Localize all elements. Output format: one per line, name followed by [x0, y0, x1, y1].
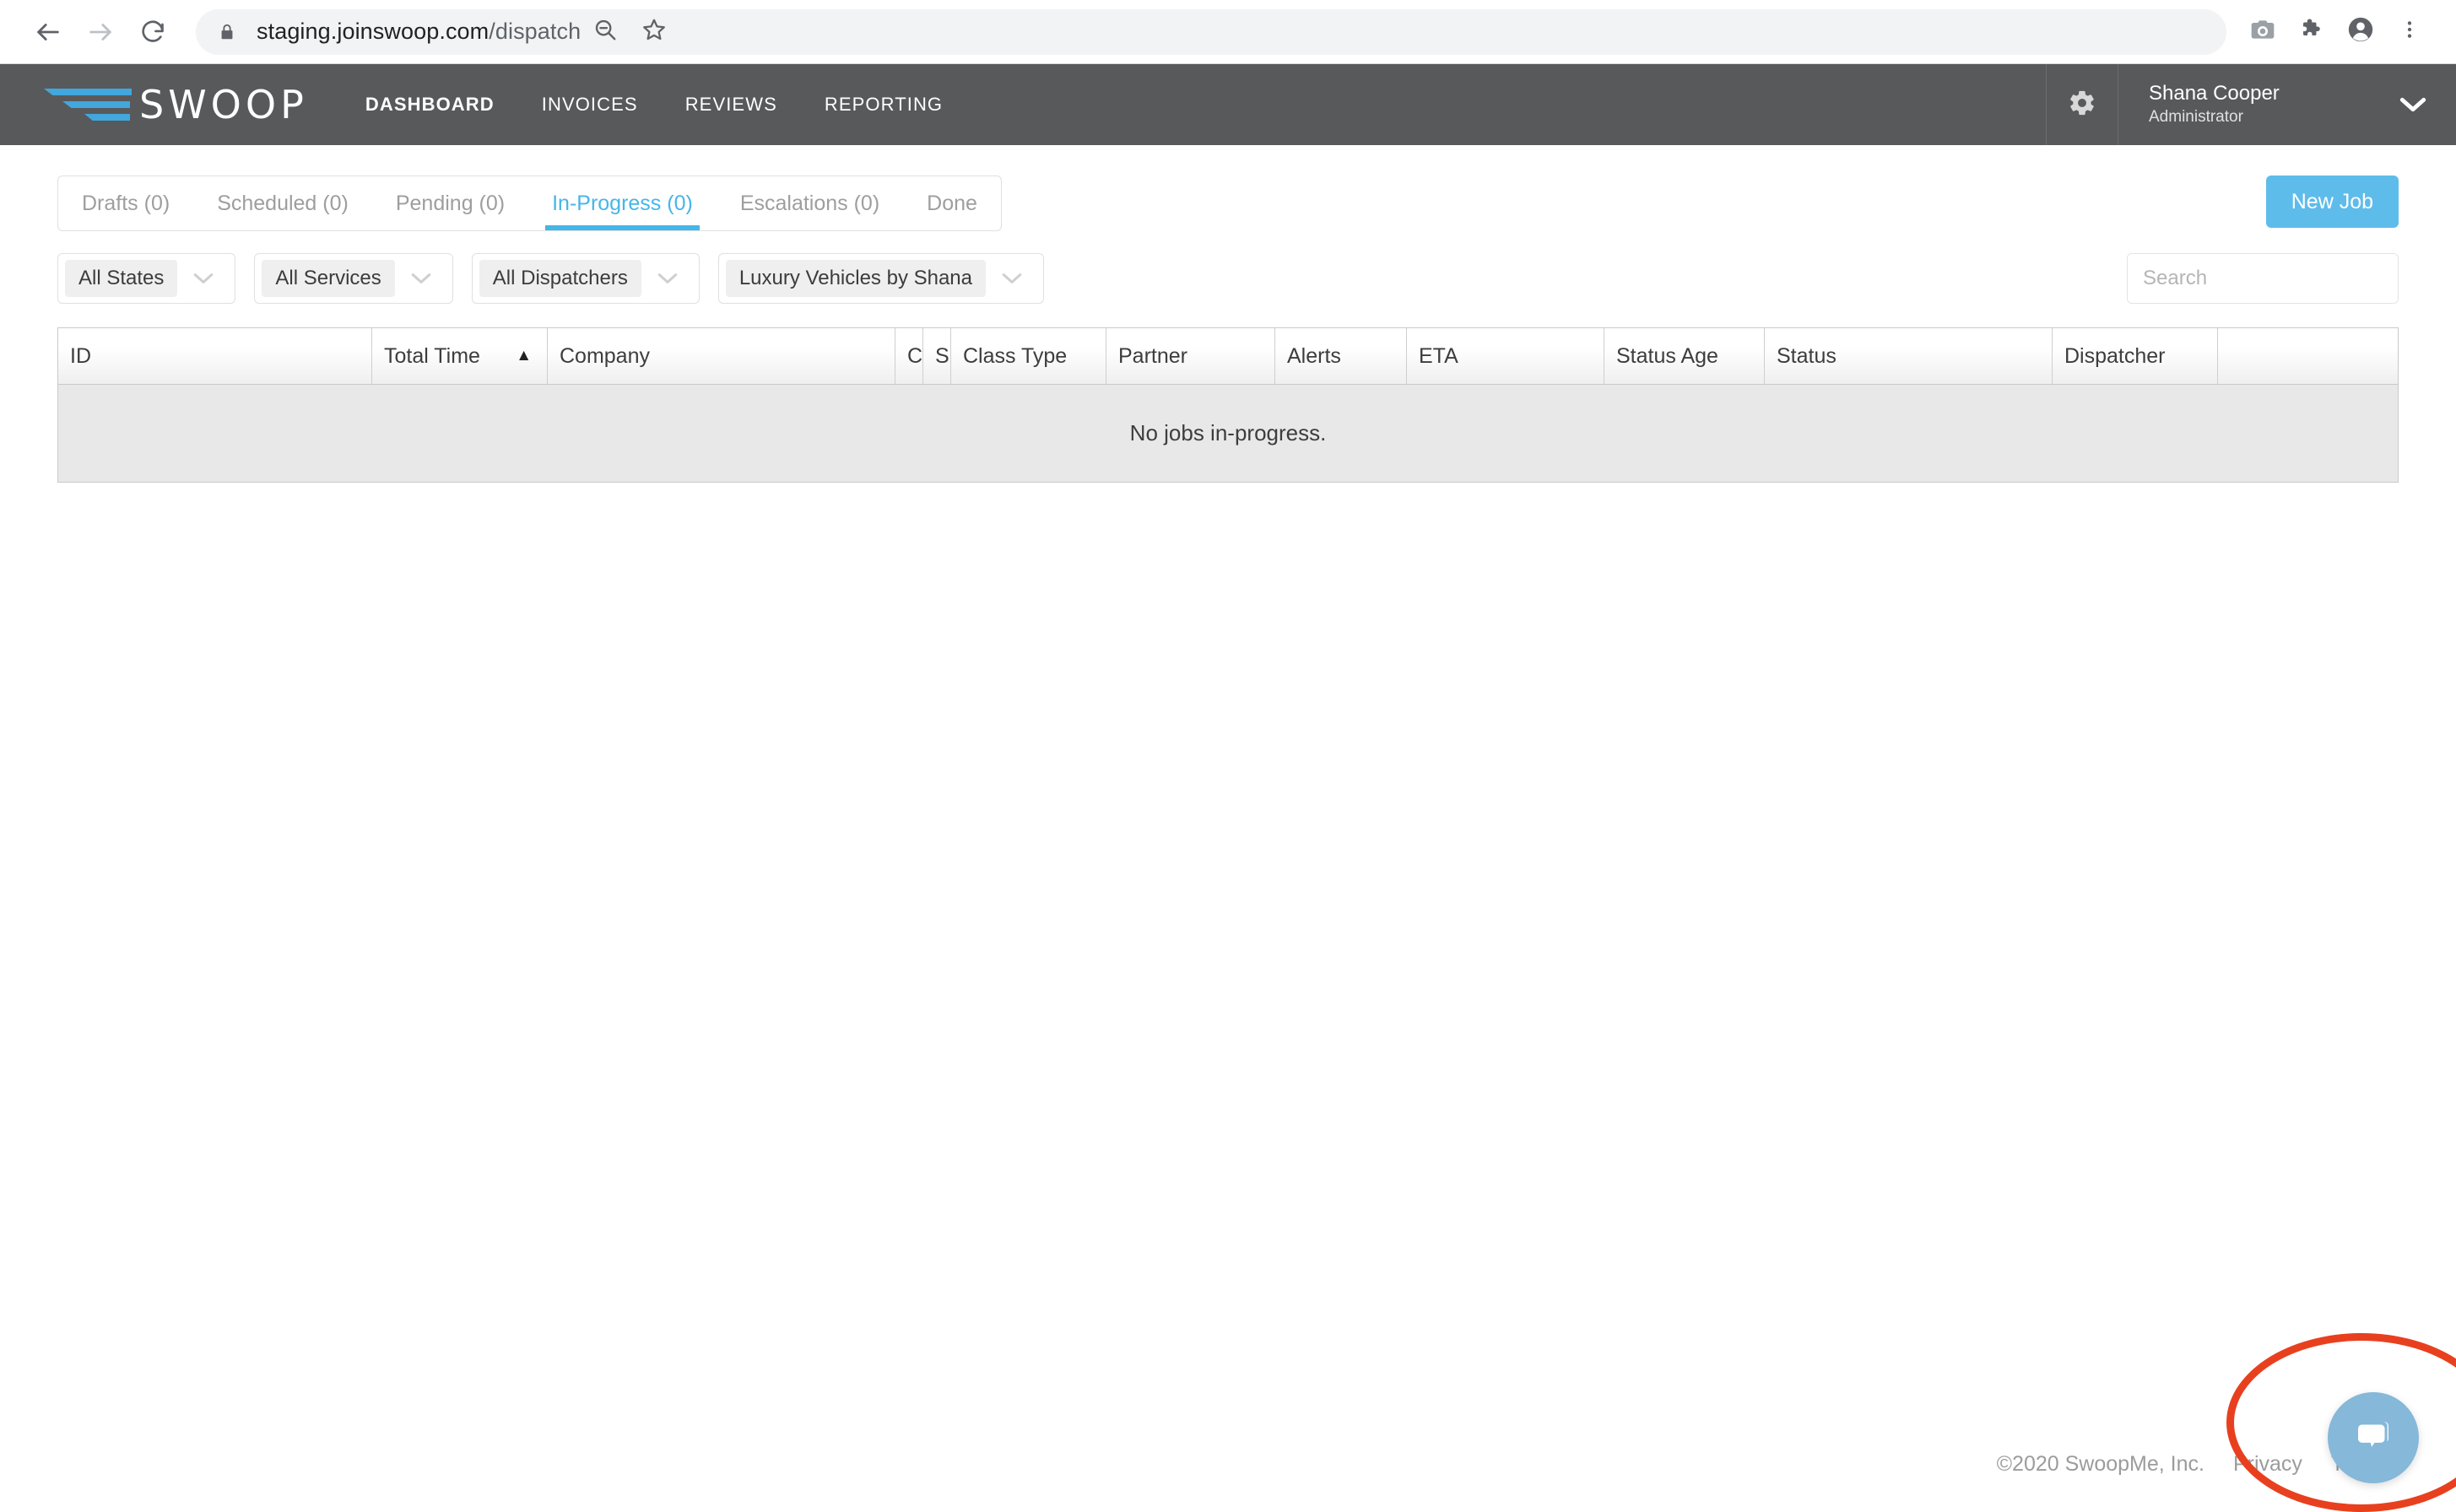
empty-state-message: No jobs in-progress. [1129, 420, 1327, 446]
jobs-table: ID Total Time ▲ Company C S Class Type P… [57, 327, 2399, 483]
tab-done[interactable]: Done [903, 176, 1001, 230]
nav-item-reviews[interactable]: REVIEWS [662, 64, 801, 145]
column-header-eta[interactable]: ETA [1407, 328, 1604, 384]
nav-item-invoices[interactable]: INVOICES [518, 64, 662, 145]
table-header-row: ID Total Time ▲ Company C S Class Type P… [57, 327, 2399, 385]
chevron-down-icon [986, 272, 1035, 285]
browser-menu-button[interactable] [2385, 8, 2434, 57]
swoop-swoosh-icon [44, 89, 132, 121]
search-input[interactable] [2128, 254, 2398, 303]
column-header-s[interactable]: S [923, 328, 951, 384]
settings-button[interactable] [2046, 64, 2118, 145]
main-nav: DASHBOARD INVOICES REVIEWS REPORTING [342, 64, 966, 145]
zoom-out-button[interactable] [581, 8, 630, 57]
chevron-down-icon [641, 272, 690, 285]
page-body: Drafts (0) Scheduled (0) Pending (0) In-… [0, 145, 2456, 1512]
column-label: S [935, 343, 949, 368]
lock-icon [218, 21, 236, 43]
back-button[interactable] [22, 6, 74, 58]
column-label: Company [560, 343, 650, 368]
nav-item-reporting[interactable]: REPORTING [801, 64, 966, 145]
column-label: Status [1777, 343, 1837, 368]
tabs-row: Drafts (0) Scheduled (0) Pending (0) In-… [57, 145, 2399, 231]
column-header-alerts[interactable]: Alerts [1275, 328, 1407, 384]
profile-button[interactable] [2336, 8, 2385, 57]
camera-icon [2249, 16, 2276, 47]
logo-text: SWOOP [139, 82, 308, 127]
column-label: Dispatcher [2064, 343, 2166, 368]
nav-item-dashboard[interactable]: DASHBOARD [342, 64, 518, 145]
url-text: staging.joinswoop.com/dispatch [257, 19, 581, 45]
new-job-button[interactable]: New Job [2265, 176, 2399, 228]
chat-bubble-icon [2351, 1413, 2396, 1463]
column-header-company[interactable]: Company [548, 328, 895, 384]
forward-button[interactable] [74, 6, 127, 58]
column-label: Partner [1118, 343, 1187, 368]
gear-icon [2068, 89, 2096, 122]
filter-all-services[interactable]: All Services [254, 253, 453, 304]
app-header: SWOOP DASHBOARD INVOICES REVIEWS REPORTI… [0, 64, 2456, 145]
profile-avatar-icon [2346, 15, 2375, 48]
address-bar[interactable]: staging.joinswoop.com/dispatch [196, 8, 2226, 57]
user-role: Administrator [2149, 108, 2243, 127]
url-path: /dispatch [489, 19, 582, 44]
bookmark-button[interactable] [630, 8, 679, 57]
column-header-total-time[interactable]: Total Time ▲ [372, 328, 548, 384]
star-icon [641, 17, 667, 46]
extensions-button[interactable] [2287, 8, 2336, 57]
sort-ascending-icon: ▲ [516, 347, 532, 364]
tab-pending[interactable]: Pending (0) [372, 176, 528, 230]
swoop-logo[interactable]: SWOOP [0, 64, 342, 145]
column-label: Total Time [384, 343, 480, 368]
chevron-down-icon [177, 272, 226, 285]
column-header-status-age[interactable]: Status Age [1604, 328, 1765, 384]
chat-widget-button[interactable] [2328, 1392, 2419, 1483]
column-label: Alerts [1287, 343, 1341, 368]
browser-chrome: staging.joinswoop.com/dispatch [0, 0, 2456, 64]
zoom-out-icon [592, 17, 618, 46]
filter-saved-view[interactable]: Luxury Vehicles by Shana [717, 253, 1045, 304]
reload-button[interactable] [127, 6, 179, 58]
column-header-partner[interactable]: Partner [1106, 328, 1275, 384]
puzzle-icon [2299, 17, 2324, 46]
column-header-actions [2218, 328, 2398, 384]
column-label: Class Type [963, 343, 1068, 368]
job-status-tabs: Drafts (0) Scheduled (0) Pending (0) In-… [57, 176, 1002, 231]
reload-icon [139, 19, 166, 46]
privacy-link[interactable]: Privacy [2233, 1452, 2302, 1477]
tab-escalations[interactable]: Escalations (0) [717, 176, 903, 230]
tab-drafts[interactable]: Drafts (0) [58, 176, 193, 230]
copyright-text: ©2020 SwoopMe, Inc. [1996, 1452, 2204, 1476]
column-header-c[interactable]: C [895, 328, 923, 384]
tab-scheduled[interactable]: Scheduled (0) [193, 176, 372, 230]
column-header-status[interactable]: Status [1765, 328, 2053, 384]
column-label: C [907, 343, 923, 368]
column-label: ETA [1419, 343, 1458, 368]
search-box[interactable] [2127, 253, 2399, 304]
filter-all-dispatchers[interactable]: All Dispatchers [471, 253, 700, 304]
table-empty-state: No jobs in-progress. [57, 385, 2399, 483]
user-menu[interactable]: Shana Cooper Administrator [2118, 64, 2456, 145]
user-name: Shana Cooper [2149, 82, 2280, 105]
url-host: staging.joinswoop.com [257, 19, 490, 44]
footer: ©2020 SwoopMe, Inc. Privacy Terms [1997, 1452, 2388, 1477]
column-header-class-type[interactable]: Class Type [951, 328, 1106, 384]
tab-in-progress[interactable]: In-Progress (0) [528, 176, 717, 230]
column-label: ID [70, 343, 91, 368]
screenshot-button[interactable] [2238, 8, 2287, 57]
chevron-down-icon [395, 272, 444, 285]
back-arrow-icon [34, 18, 62, 46]
column-header-id[interactable]: ID [58, 328, 372, 384]
filter-all-services-label: All Services [262, 260, 395, 297]
filter-all-states[interactable]: All States [57, 253, 236, 304]
filters-row: All States All Services All Dispatchers … [57, 253, 2399, 304]
filter-saved-view-label: Luxury Vehicles by Shana [725, 260, 987, 297]
chevron-down-icon [2365, 95, 2427, 114]
column-label: Status Age [1616, 343, 1718, 368]
three-dot-menu-icon [2399, 17, 2421, 46]
column-header-dispatcher[interactable]: Dispatcher [2053, 328, 2218, 384]
forward-arrow-icon [86, 18, 115, 46]
filter-all-states-label: All States [65, 260, 178, 297]
filter-all-dispatchers-label: All Dispatchers [479, 260, 641, 297]
